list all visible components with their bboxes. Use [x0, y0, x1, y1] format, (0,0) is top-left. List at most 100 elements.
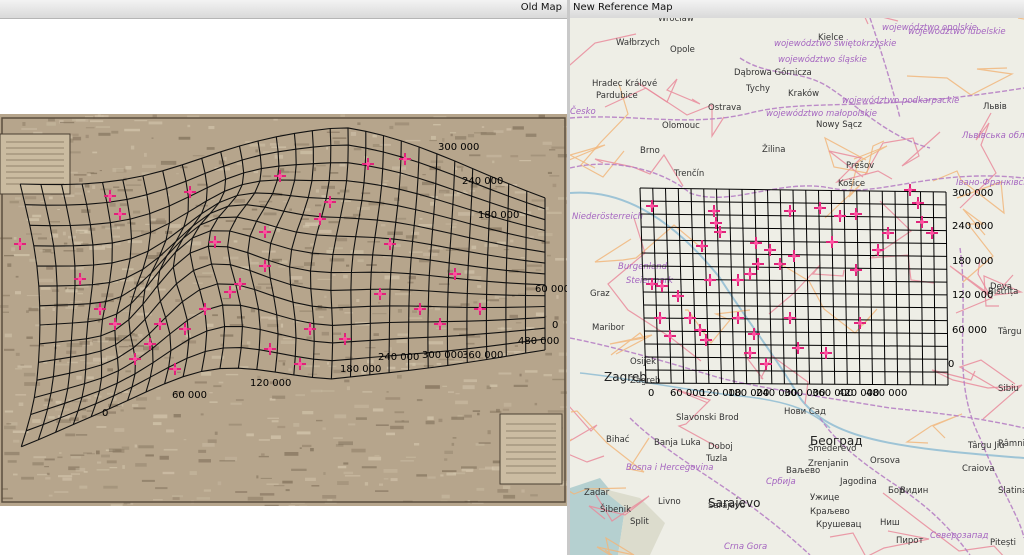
place-label: Osijek: [630, 357, 656, 367]
old-control-point-dot: [378, 292, 382, 296]
old-map-texture: [222, 298, 231, 300]
old-map-svg[interactable]: 300 000240 000180 00060 000480 0000240 0…: [0, 114, 567, 506]
old-map-texture: [2, 311, 9, 313]
old-grid-label: 180 000: [478, 210, 519, 221]
old-map-texture: [32, 214, 42, 218]
old-map-texture: [264, 504, 279, 506]
old-map-texture: [375, 490, 389, 492]
old-map-texture: [123, 339, 138, 342]
old-map-texture: [43, 404, 51, 406]
old-map-texture: [160, 160, 177, 165]
old-map-texture: [414, 443, 420, 446]
old-map-texture: [373, 333, 379, 336]
old-map-texture: [472, 410, 481, 412]
old-map-texture: [450, 133, 453, 137]
old-map-texture: [461, 168, 463, 172]
reference-map-canvas[interactable]: Wrocław Wałbrzych Opole Kielce Hradec Králov…: [570, 18, 1024, 555]
old-map-texture: [466, 335, 481, 338]
old-map-texture: [477, 285, 482, 288]
place-label: Pitești: [990, 538, 1016, 548]
old-map-texture: [315, 307, 327, 311]
old-map-texture: [98, 132, 111, 136]
reference-control-point-dot: [688, 316, 692, 320]
reference-control-point-dot: [876, 248, 880, 252]
old-map-texture: [375, 424, 389, 426]
old-map-texture: [262, 175, 272, 178]
old-map-texture: [282, 362, 286, 366]
old-map-texture: [337, 465, 347, 469]
old-map-texture: [558, 369, 567, 373]
old-map-texture: [520, 257, 525, 259]
old-map-texture: [4, 425, 16, 430]
old-map-texture: [337, 192, 340, 195]
old-map-texture: [343, 462, 349, 465]
old-map-texture: [83, 452, 92, 454]
region-label: województwo śląskie: [778, 54, 867, 65]
old-map-texture: [273, 485, 285, 487]
old-map-texture: [484, 243, 498, 247]
old-map-texture: [24, 382, 41, 386]
old-map-texture: [57, 456, 63, 459]
reference-control-point-dot: [764, 362, 768, 366]
old-map-panel[interactable]: Old Map 300 000 240 000 180 000 60 000 480 0…: [0, 0, 567, 555]
old-map-texture: [489, 410, 502, 413]
old-map-texture: [149, 218, 156, 222]
old-map-texture: [178, 136, 191, 140]
old-map-texture: [322, 495, 337, 499]
old-map-texture: [75, 467, 86, 472]
old-control-point-dot: [108, 194, 112, 198]
reference-control-point-dot: [854, 212, 858, 216]
reference-control-point-dot: [708, 278, 712, 282]
old-map-texture: [278, 266, 286, 268]
old-map-texture: [492, 160, 495, 164]
old-map-texture: [58, 475, 73, 478]
capital-label: Београд: [810, 434, 863, 448]
old-map-texture: [272, 395, 286, 399]
old-map-texture: [101, 454, 110, 458]
old-grid-label: 60 000: [172, 390, 207, 401]
old-map-texture: [166, 429, 175, 433]
old-map-texture: [48, 221, 60, 223]
old-map-texture: [383, 180, 389, 182]
old-map-texture: [558, 352, 567, 356]
reference-control-point-dot: [916, 201, 920, 205]
old-map-texture: [114, 428, 125, 432]
old-map-texture: [2, 497, 13, 500]
old-map-texture: [26, 310, 29, 313]
old-map-texture: [65, 433, 76, 437]
reference-map-panel[interactable]: New Reference Map Wrocław Wałbrzych Opole K…: [570, 0, 1024, 555]
old-map-texture: [318, 229, 332, 234]
old-map-texture: [80, 359, 86, 361]
old-map-texture: [362, 391, 373, 393]
old-map-texture: [416, 399, 423, 402]
old-map-texture: [7, 263, 12, 267]
old-map-texture: [224, 156, 227, 161]
old-map-texture: [321, 331, 329, 336]
old-map-texture: [408, 317, 423, 319]
reference-control-point-dot: [908, 188, 912, 192]
old-map-texture: [353, 147, 362, 151]
place-label: Zadar: [584, 488, 610, 498]
old-map-texture: [122, 465, 125, 469]
old-map-texture: [288, 171, 301, 173]
old-map-texture: [364, 482, 369, 486]
old-map-texture: [541, 241, 550, 244]
old-map-texture: [133, 407, 146, 410]
old-map-texture: [440, 474, 444, 477]
old-map-texture: [549, 149, 556, 151]
old-map-texture: [119, 203, 128, 207]
old-map-texture: [497, 327, 512, 330]
place-label: Žilina: [762, 143, 786, 155]
old-map-texture: [384, 275, 400, 280]
place-label: Košice: [838, 178, 865, 189]
reference-control-point-dot: [824, 351, 828, 355]
reference-map-svg[interactable]: WrocławWałbrzychOpoleKielceHradec Králov…: [570, 18, 1024, 555]
old-map-texture: [108, 448, 122, 452]
old-map-texture: [81, 209, 91, 213]
old-map-texture: [202, 272, 214, 274]
old-control-point-dot: [188, 190, 192, 194]
old-map-canvas[interactable]: 300 000 240 000 180 000 60 000 480 000 0 240 0…: [0, 114, 567, 506]
old-map-texture: [284, 452, 299, 456]
place-label: Trenčín: [673, 168, 704, 179]
old-map-texture: [155, 487, 168, 490]
